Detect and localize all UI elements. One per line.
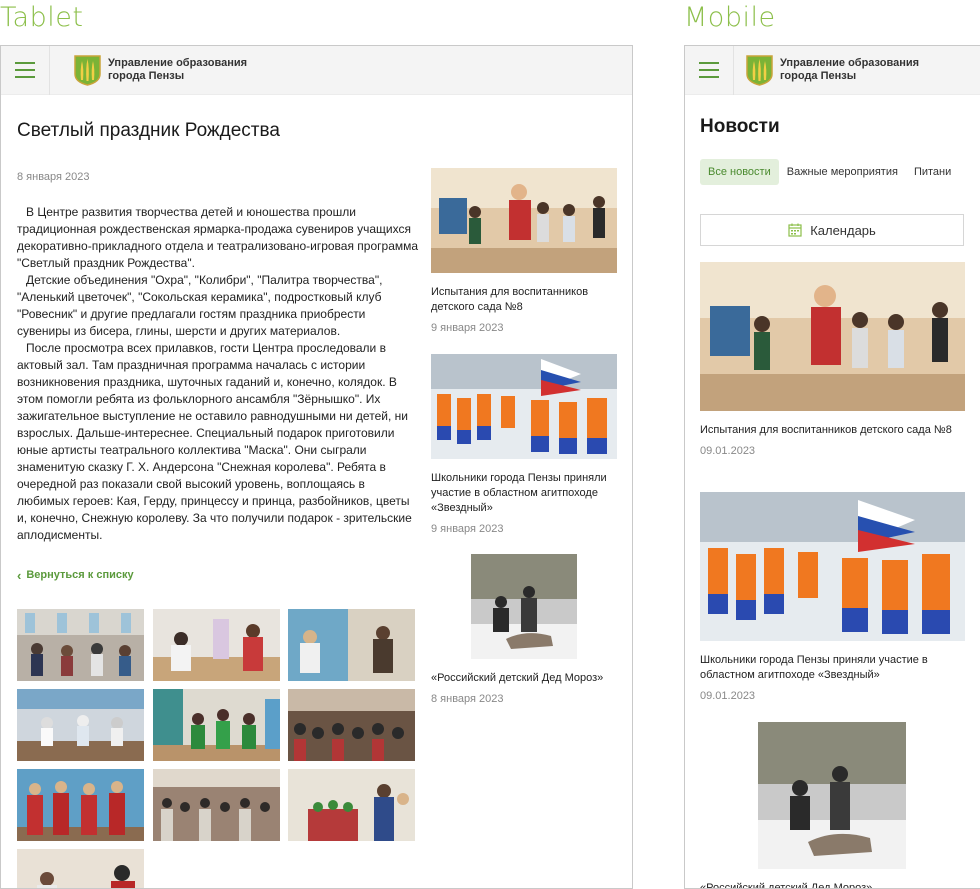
mobile-frame: Управление образования города Пензы Ново…	[684, 45, 980, 889]
news-image[interactable]	[700, 492, 965, 641]
news-item[interactable]: Школьники города Пензы приняли участие в…	[700, 492, 965, 702]
site-logo[interactable]: Управление образования города Пензы	[746, 54, 920, 86]
tab-all-news[interactable]: Все новости	[700, 159, 779, 185]
side-news-item[interactable]: Школьники города Пензы приняли участие в…	[431, 354, 617, 535]
news-image[interactable]	[758, 722, 906, 869]
brand-line1: Управление образования	[108, 57, 248, 69]
news-title[interactable]: Школьники города Пензы приняли участие в…	[431, 471, 617, 516]
news-title[interactable]: «Российский детский Дед Мороз»	[700, 881, 965, 888]
gallery-photo[interactable]	[153, 609, 280, 681]
gallery-photo[interactable]	[17, 689, 144, 761]
menu-icon[interactable]	[685, 46, 734, 95]
side-news-item[interactable]: «Российский детский Дед Мороз» 8 января …	[431, 554, 617, 705]
header: Управление образования города Пензы	[1, 46, 632, 95]
news-image[interactable]	[431, 354, 617, 459]
coat-of-arms-icon	[746, 54, 773, 86]
gallery-photo[interactable]	[17, 769, 144, 841]
page-title: Светлый праздник Рождества	[17, 120, 280, 141]
site-logo[interactable]: Управление образования города Пензы	[74, 54, 248, 86]
news-item[interactable]: Испытания для воспитанников детского сад…	[700, 262, 965, 457]
news-date: 9 января 2023	[431, 523, 504, 535]
back-link-label: Вернуться к списку	[26, 569, 134, 581]
gallery-photo[interactable]	[288, 609, 415, 681]
brand-line2: города Пензы	[108, 70, 185, 82]
gallery-photo[interactable]	[153, 689, 280, 761]
news-title[interactable]: Школьники города Пензы приняли участие в…	[700, 653, 965, 683]
news-date: 9 января 2023	[431, 322, 504, 334]
gallery-photo[interactable]	[17, 849, 144, 888]
news-title[interactable]: «Российский детский Дед Мороз»	[431, 671, 617, 686]
news-title[interactable]: Испытания для воспитанников детского сад…	[700, 423, 965, 438]
chevron-left-icon: ‹	[17, 567, 22, 583]
news-image[interactable]	[431, 168, 617, 273]
calendar-label: Календарь	[810, 222, 876, 238]
coat-of-arms-icon	[74, 54, 101, 86]
menu-icon[interactable]	[1, 46, 50, 95]
gallery-photo[interactable]	[153, 769, 280, 841]
news-item[interactable]: «Российский детский Дед Мороз»	[700, 722, 965, 888]
brand-line2: города Пензы	[780, 70, 857, 82]
news-title[interactable]: Испытания для воспитанников детского сад…	[431, 285, 617, 315]
tab-nutrition[interactable]: Питани	[906, 159, 959, 185]
tablet-label: Tablet	[0, 2, 84, 33]
news-date: 09.01.2023	[700, 445, 756, 457]
page-title: Новости	[700, 116, 780, 137]
side-news-item[interactable]: Испытания для воспитанников детского сад…	[431, 168, 617, 334]
news-date: 8 января 2023	[431, 693, 504, 705]
article-paragraph: В Центре развития творчества детей и юно…	[17, 205, 419, 270]
article-date: 8 января 2023	[17, 171, 90, 183]
back-to-list-link[interactable]: ‹ Вернуться к списку	[17, 567, 134, 583]
tablet-frame: Управление образования города Пензы Свет…	[0, 45, 633, 889]
calendar-button[interactable]: Календарь	[700, 214, 964, 246]
gallery-photo[interactable]	[17, 609, 144, 681]
gallery-photo[interactable]	[288, 689, 415, 761]
header: Управление образования города Пензы	[685, 46, 980, 95]
brand-line1: Управление образования	[780, 57, 920, 69]
article-paragraph: После просмотра всех прилавков, гости Це…	[17, 341, 412, 542]
calendar-icon	[788, 223, 802, 237]
news-date: 09.01.2023	[700, 690, 756, 702]
mobile-label: Mobile	[684, 2, 776, 33]
news-tabs: Все новости Важные мероприятия Питани	[700, 159, 959, 185]
gallery-photo[interactable]	[288, 769, 415, 841]
article-body: В Центре развития творчества детей и юно…	[17, 204, 419, 544]
news-image[interactable]	[700, 262, 965, 411]
news-image[interactable]	[471, 554, 577, 659]
tab-important-events[interactable]: Важные мероприятия	[779, 159, 906, 185]
article-paragraph: Детские объединения "Охра", "Колибри", "…	[17, 273, 383, 338]
